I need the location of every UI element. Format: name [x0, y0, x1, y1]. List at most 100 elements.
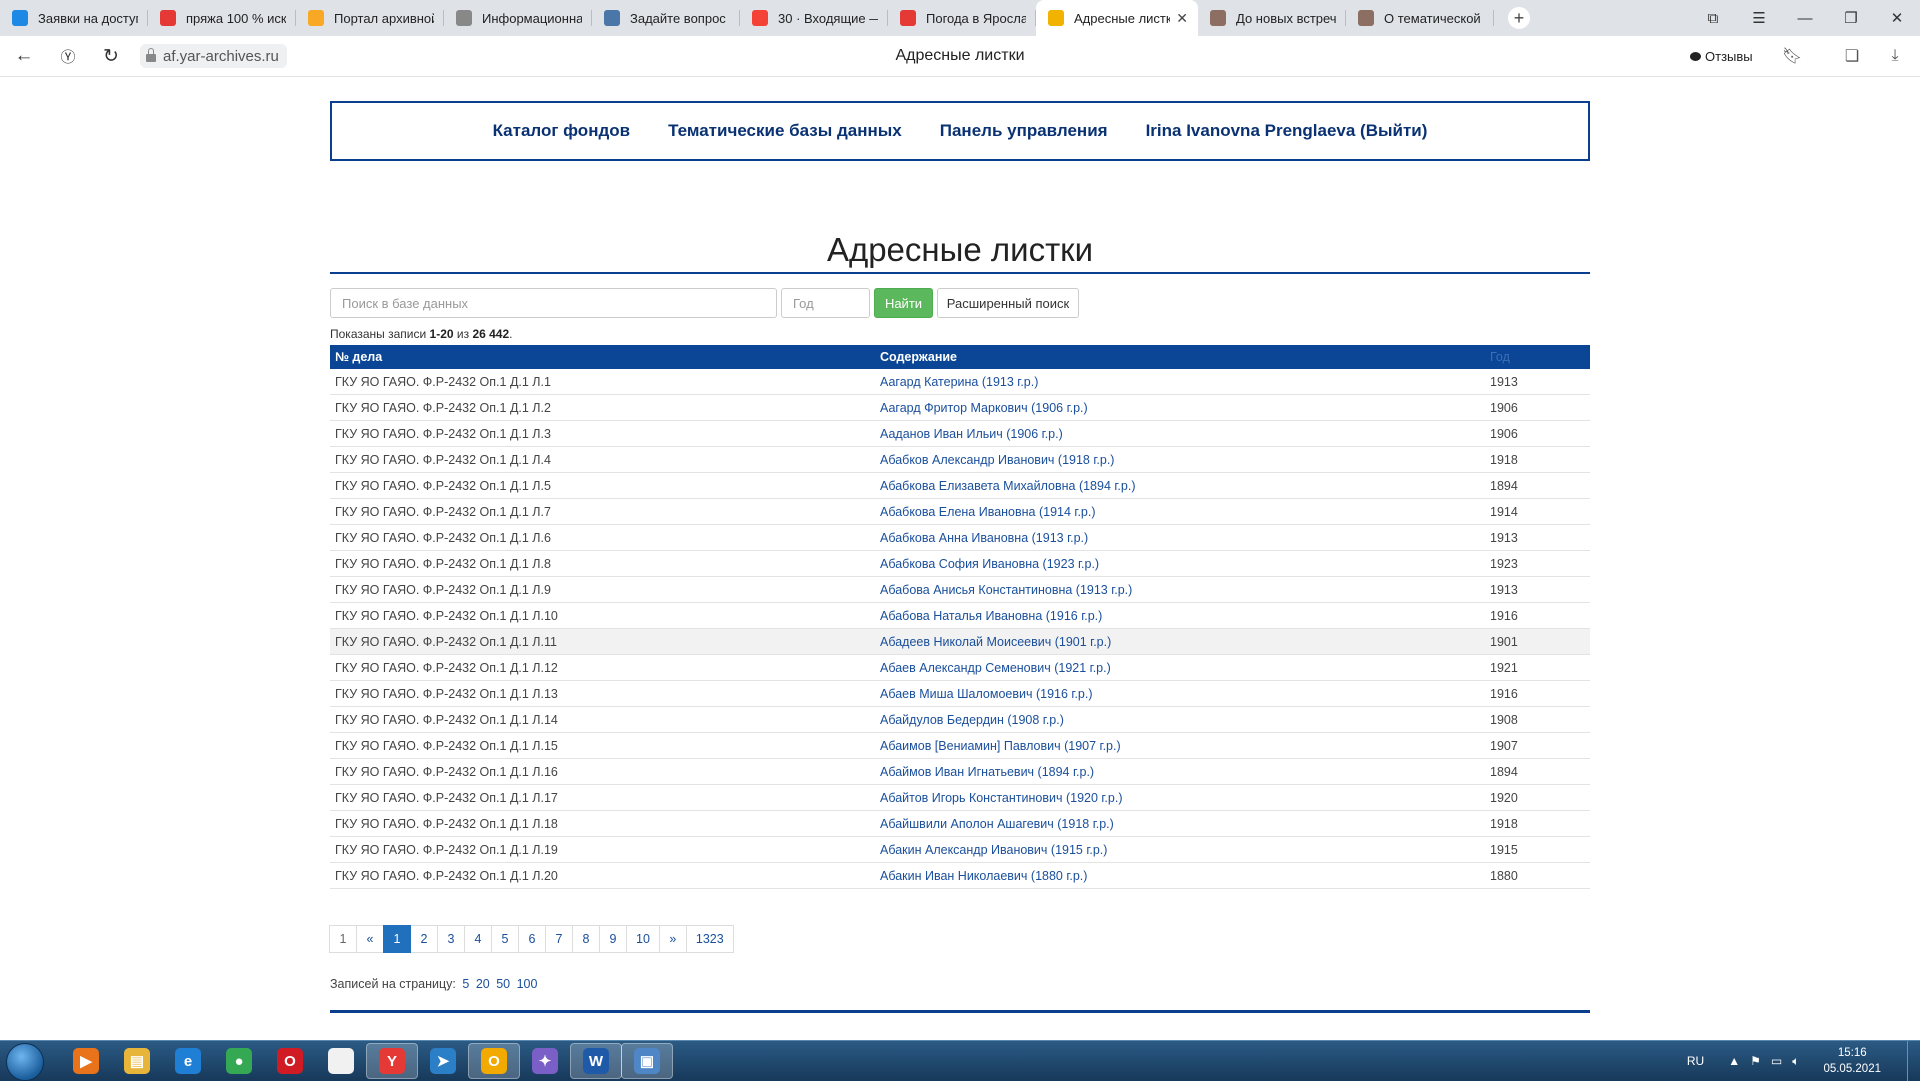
yandex-home-icon[interactable]: Ⓨ [56, 44, 80, 68]
browser-tab[interactable]: Погода в Ярославл [888, 0, 1036, 36]
taskbar-app[interactable] [315, 1043, 367, 1079]
record-link[interactable]: Абайдулов Бедердин (1908 г.р.) [880, 713, 1064, 727]
nav-control-panel[interactable]: Панель управления [940, 121, 1108, 141]
record-link[interactable]: Абабкова София Ивановна (1923 г.р.) [880, 557, 1099, 571]
reload-icon[interactable]: ↻ [99, 44, 123, 68]
taskbar-app[interactable]: Y [366, 1043, 418, 1079]
taskbar-app[interactable]: ➤ [417, 1043, 469, 1079]
show-desktop-button[interactable] [1907, 1041, 1920, 1081]
page-link[interactable]: 6 [518, 925, 546, 953]
record-link[interactable]: Абаимов [Вениамин] Павлович (1907 г.р.) [880, 739, 1121, 753]
record-link[interactable]: Абабова Наталья Ивановна (1916 г.р.) [880, 609, 1102, 623]
table-row: ГКУ ЯО ГАЯО. Ф.Р-2432 Оп.1 Д.1 Л.13 Абаев… [330, 680, 1590, 707]
record-link[interactable]: Ааданов Иван Ильич (1906 г.р.) [880, 427, 1063, 441]
page-link[interactable]: 7 [545, 925, 573, 953]
nav-user-logout[interactable]: Irina Ivanovna Prenglaeva (Выйти) [1146, 121, 1428, 141]
browser-tab[interactable]: Заявки на доступ в [0, 0, 148, 36]
collections-icon[interactable]: ⧉ [1690, 10, 1736, 27]
downloads-icon[interactable]: ⤓ [1883, 44, 1907, 68]
close-window-button[interactable]: ✕ [1874, 9, 1920, 27]
clock[interactable]: 15:16 05.05.2021 [1823, 1045, 1881, 1077]
page-link[interactable]: 1 [329, 925, 357, 953]
minimize-button[interactable]: — [1782, 10, 1828, 27]
record-link[interactable]: Абакин Иван Николаевич (1880 г.р.) [880, 869, 1087, 883]
page-link[interactable]: 10 [626, 925, 660, 953]
record-link[interactable]: Абабкова Анна Ивановна (1913 г.р.) [880, 531, 1088, 545]
record-link[interactable]: Абабкова Елена Ивановна (1914 г.р.) [880, 505, 1096, 519]
browser-tab[interactable]: Информационная с [444, 0, 592, 36]
page-link[interactable]: 5 [491, 925, 519, 953]
back-icon[interactable]: ← [12, 44, 36, 68]
content-cell: Абабкова Анна Ивановна (1913 г.р.) [875, 524, 1485, 551]
advanced-search-button[interactable]: Расширенный поиск [937, 288, 1079, 318]
page-link-active[interactable]: 1 [383, 925, 411, 953]
page-link[interactable]: 1323 [685, 925, 734, 953]
browser-tab[interactable]: До новых встреч! [1198, 0, 1346, 36]
browser-tab[interactable]: 30 · Входящие — Ян [740, 0, 888, 36]
record-link[interactable]: Абабков Александр Иванович (1918 г.р.) [880, 453, 1114, 467]
page-link[interactable]: 2 [410, 925, 438, 953]
record-link[interactable]: Абайтов Игорь Константинович (1920 г.р.) [880, 791, 1123, 805]
close-tab-icon[interactable]: ✕ [1176, 10, 1188, 27]
record-link[interactable]: Абабова Анисья Константиновна (1913 г.р.… [880, 583, 1132, 597]
feedback-button[interactable]: Отзывы [1690, 44, 1753, 68]
language-indicator[interactable]: RU [1687, 1054, 1704, 1068]
record-link[interactable]: Абаев Александр Семенович (1921 г.р.) [880, 661, 1111, 675]
record-link[interactable]: Абаймов Иван Игнатьевич (1894 г.р.) [880, 765, 1094, 779]
taskbar-app[interactable]: O [468, 1043, 520, 1079]
record-link[interactable]: Абаев Миша Шаломоевич (1916 г.р.) [880, 687, 1093, 701]
volume-icon[interactable]: 🔈︎ [1792, 1054, 1799, 1069]
record-link[interactable]: Абадеев Николай Моисеевич (1901 г.р.) [880, 635, 1111, 649]
record-link[interactable]: Аагард Катерина (1913 г.р.) [880, 375, 1038, 389]
per-page-option[interactable]: 100 [517, 977, 538, 991]
browser-menu-icon[interactable]: ☰ [1736, 9, 1782, 27]
taskbar-app[interactable]: O [264, 1043, 316, 1079]
page-link[interactable]: 3 [437, 925, 465, 953]
messenger-icon: ➤ [430, 1048, 456, 1074]
start-button[interactable] [6, 1043, 44, 1081]
record-link[interactable]: Абакин Александр Иванович (1915 г.р.) [880, 843, 1107, 857]
taskbar-app[interactable]: ▤ [111, 1043, 163, 1079]
taskbar-app[interactable]: ● [213, 1043, 265, 1079]
column-header-case[interactable]: № дела [330, 345, 875, 369]
page-link[interactable]: « [356, 925, 384, 953]
taskbar-app[interactable]: e [162, 1043, 214, 1079]
table-row: ГКУ ЯО ГАЯО. Ф.Р-2432 Оп.1 Д.1 Л.20 Абаки… [330, 862, 1590, 889]
new-tab-button[interactable]: + [1508, 7, 1530, 29]
browser-tab[interactable]: Портал архивной с [296, 0, 444, 36]
per-page-option[interactable]: 5 [462, 977, 469, 991]
taskbar-app[interactable]: W [570, 1043, 622, 1079]
browser-tab[interactable]: пряжа 100 % искус [148, 0, 296, 36]
case-number-cell: ГКУ ЯО ГАЯО. Ф.Р-2432 Оп.1 Д.1 Л.2 [330, 394, 875, 421]
action-center-flag-icon[interactable]: ⚑ [1750, 1054, 1761, 1068]
record-link[interactable]: Абабкова Елизавета Михайловна (1894 г.р.… [880, 479, 1135, 493]
url-field[interactable]: af.yar-archives.ru [140, 44, 287, 68]
taskbar-app[interactable]: ✦ [519, 1043, 571, 1079]
page-link[interactable]: 8 [572, 925, 600, 953]
browser-tab[interactable]: О тематической ба [1346, 0, 1494, 36]
year-cell: 1913 [1485, 576, 1590, 603]
browser-tab-active[interactable]: Адресные листки ✕ [1036, 0, 1198, 36]
collections-button-icon[interactable]: ❏ [1840, 44, 1864, 68]
taskbar-app[interactable]: ▶ [60, 1043, 112, 1079]
nav-fond-catalog[interactable]: Каталог фондов [493, 121, 631, 141]
network-icon[interactable]: ▭ [1771, 1054, 1782, 1068]
restore-button[interactable]: ❐ [1828, 9, 1874, 27]
show-hidden-icons-icon[interactable]: ▲ [1728, 1054, 1740, 1068]
page-link[interactable]: 4 [464, 925, 492, 953]
taskbar-app[interactable]: ▣ [621, 1043, 673, 1079]
nav-thematic-databases[interactable]: Тематические базы данных [668, 121, 902, 141]
per-page-option[interactable]: 20 [476, 977, 490, 991]
page-link[interactable]: » [658, 925, 687, 953]
find-button[interactable]: Найти [874, 288, 933, 318]
record-link[interactable]: Абайшвили Аполон Ашагевич (1918 г.р.) [880, 817, 1114, 831]
page-link[interactable]: 9 [599, 925, 627, 953]
search-input[interactable] [330, 288, 777, 318]
column-header-year[interactable]: Год [1485, 345, 1590, 369]
per-page-option[interactable]: 50 [496, 977, 510, 991]
browser-tab[interactable]: Задайте вопрос | Ку [592, 0, 740, 36]
bookmark-icon[interactable]: 🔖︎ [1780, 44, 1804, 68]
column-header-content[interactable]: Содержание [875, 345, 1485, 369]
record-link[interactable]: Аагард Фритор Маркович (1906 г.р.) [880, 401, 1088, 415]
year-input[interactable] [781, 288, 870, 318]
